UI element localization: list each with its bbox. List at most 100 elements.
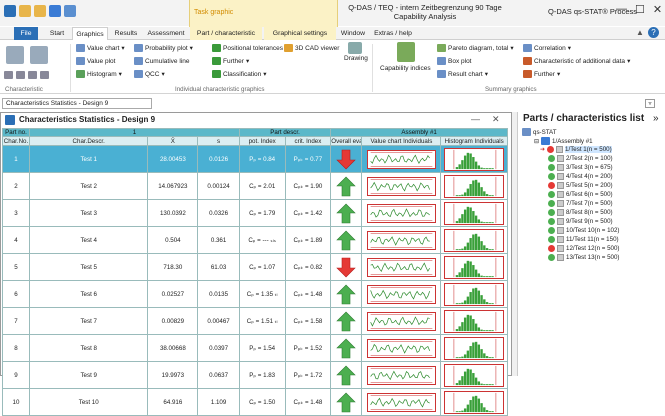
further-button-2[interactable]: Further ▾ — [523, 70, 560, 78]
document-tab[interactable]: Characteristics Statistics - Design 9 — [2, 98, 152, 109]
tab-graphics[interactable]: Graphics — [72, 27, 108, 41]
char-additional-button[interactable]: Characteristic of additional data ▾ — [523, 57, 630, 65]
tab-start[interactable]: Start — [44, 27, 70, 40]
tree-item[interactable]: 13/Test 13(n = 500) — [540, 254, 620, 261]
cell-value-chart[interactable] — [361, 253, 442, 281]
pareto-button[interactable]: Pareto diagram, total ▾ — [437, 44, 514, 52]
doc-tab-menu-icon[interactable]: ▿ — [645, 99, 655, 108]
table-row[interactable]: 1 Test 1 28.00453 0.0126 Pₚ = 0.84 Pₚₖ = 0.77 — [2, 145, 508, 173]
child-close-button[interactable]: ✕ — [492, 114, 500, 125]
cell-histogram[interactable] — [440, 280, 508, 308]
tree-item[interactable]: 11/Test 11(n = 150) — [540, 236, 619, 243]
cell-value-chart[interactable] — [361, 361, 442, 389]
cell-histogram[interactable] — [440, 361, 508, 389]
tree-item[interactable]: 8/Test 8(n = 500) — [540, 209, 613, 216]
ribbon-collapse-icon[interactable]: ▲ — [636, 28, 644, 37]
cell-histogram[interactable] — [440, 226, 508, 254]
probability-plot-button[interactable]: Probability plot ▾ — [134, 44, 193, 52]
tree-item[interactable]: 4/Test 4(n = 200) — [540, 173, 613, 180]
table-row[interactable]: 4 Test 4 0.504 0.361 Cₚ = --- ₛₗₛ Cₚₖ = 1.89 — [2, 226, 508, 254]
cell-histogram[interactable] — [440, 253, 508, 281]
close-button[interactable]: ✕ — [653, 3, 662, 16]
cell-histogram[interactable] — [440, 307, 508, 335]
cell-value-chart[interactable] — [361, 307, 442, 335]
cell-value-chart[interactable] — [361, 199, 442, 227]
status-smiley-icon — [548, 155, 555, 162]
tab-extras-help[interactable]: Extras / help — [370, 27, 416, 40]
classification-button[interactable]: Classification ▾ — [212, 70, 267, 78]
tab-assessment[interactable]: Assessment — [144, 27, 188, 40]
characteristic-icon — [557, 200, 564, 207]
tree-root[interactable]: qs-STAT — [522, 128, 557, 136]
table-row[interactable]: 6 Test 6 0.02527 0.0135 Cₚ = 1.35 ₜₗ Cₚₖ = 1.… — [2, 280, 508, 308]
help-icon[interactable]: ? — [648, 27, 659, 38]
window-icon[interactable] — [64, 5, 76, 17]
tab-graphical-settings[interactable]: Graphical settings — [264, 27, 336, 40]
tab-window[interactable]: Window — [338, 27, 368, 40]
tree-item[interactable]: 12/Test 12(n = 500) — [540, 245, 620, 252]
panel-collapse-button[interactable]: » — [653, 113, 659, 124]
tree-item[interactable]: 2/Test 2(n = 100) — [540, 155, 613, 162]
folder-icon[interactable] — [34, 5, 46, 17]
tree-item[interactable]: 6/Test 6(n = 500) — [540, 191, 613, 198]
save-icon[interactable] — [49, 5, 61, 17]
positional-tolerances-button[interactable]: Positional tolerances ▾ — [212, 44, 288, 52]
histogram-button[interactable]: Histogram ▾ — [76, 70, 122, 78]
correlation-button[interactable]: Correlation ▾ — [523, 44, 571, 52]
table-row[interactable]: 3 Test 3 130.0392 0.0326 Cₚ = 1.79 Cₚₖ = 1.42 — [2, 199, 508, 227]
result-chart-button[interactable]: Result chart ▾ — [437, 70, 488, 78]
cell-value-chart[interactable] — [361, 280, 442, 308]
table-row[interactable]: 10 Test 10 64.916 1.109 Cₚ = 1.50 Cₚₖ = 1.48 — [2, 388, 508, 416]
maximize-button[interactable]: ☐ — [635, 3, 645, 16]
next-char-icon[interactable] — [28, 71, 37, 79]
tree-item[interactable]: ➜ 1/Test 1(n = 500) — [540, 146, 612, 153]
table-row[interactable]: 8 Test 8 38.00668 0.0397 Pₚ = 1.54 Pₚₖ = 1.52 — [2, 334, 508, 362]
child-minimize-button[interactable]: — — [471, 114, 480, 125]
char-nav-icon-2[interactable] — [30, 46, 48, 64]
value-chart-button[interactable]: Value chart ▾ — [76, 44, 125, 52]
table-row[interactable]: 5 Test 5 718.30 61.03 Cₚ = 1.07 Cₚₖ = 0.82 — [2, 253, 508, 281]
status-smiley-icon — [548, 173, 555, 180]
cell-histogram[interactable] — [440, 145, 508, 173]
value-plot-button[interactable]: Value plot — [76, 57, 115, 65]
cell-value-chart[interactable] — [361, 334, 442, 362]
tab-part-characteristic[interactable]: Part / characteristic — [190, 27, 262, 40]
cell-value-chart[interactable] — [361, 145, 442, 173]
open-icon[interactable] — [19, 5, 31, 17]
drawing-icon[interactable] — [348, 42, 362, 54]
further-button-1[interactable]: Further ▾ — [212, 57, 249, 65]
first-char-icon[interactable] — [4, 71, 13, 79]
histogram-thumbnail — [444, 336, 505, 360]
cell-histogram[interactable] — [440, 388, 508, 416]
table-row[interactable]: 7 Test 7 0.00829 0.00467 Cₚ = 1.51 ₜₗ Cₚₖ = 1… — [2, 307, 508, 335]
tree-item[interactable]: 5/Test 5(n = 200) — [540, 182, 613, 189]
cell-histogram[interactable] — [440, 334, 508, 362]
minimize-button[interactable]: — — [616, 3, 627, 16]
cell-s: 0.0126 — [197, 145, 240, 173]
tree-item[interactable]: 10/Test 10(n = 102) — [540, 227, 620, 234]
cell-value-chart[interactable] — [361, 172, 442, 200]
tab-results[interactable]: Results — [110, 27, 142, 40]
cell-histogram[interactable] — [440, 172, 508, 200]
tree-item[interactable]: 7/Test 7(n = 500) — [540, 200, 613, 207]
last-char-icon[interactable] — [40, 71, 49, 79]
tree-assembly[interactable]: ⊟ 1/Assembly #1 — [534, 137, 593, 145]
cell-histogram[interactable] — [440, 199, 508, 227]
table-row[interactable]: 9 Test 9 19.9973 0.0637 Pₚ = 1.83 Pₚₖ = 1.72 — [2, 361, 508, 389]
cell-value-chart[interactable] — [361, 388, 442, 416]
cell-descr: Test 2 — [28, 172, 149, 200]
cell-xbar: 19.9973 — [147, 361, 199, 389]
table-row[interactable]: 2 Test 2 14.067923 0.00124 Cₚ = 2.01 Cₚₖ = 1.… — [2, 172, 508, 200]
app-icon[interactable] — [4, 5, 16, 17]
cad-viewer-button[interactable]: 3D CAD viewer — [284, 44, 339, 52]
capability-indices-icon[interactable] — [397, 42, 415, 62]
box-plot-button[interactable]: Box plot — [437, 57, 472, 65]
tab-file[interactable]: File — [14, 27, 38, 40]
cumulative-line-button[interactable]: Cumulative line — [134, 57, 189, 65]
cell-value-chart[interactable] — [361, 226, 442, 254]
prev-char-icon[interactable] — [16, 71, 25, 79]
tree-item[interactable]: 3/Test 3(n = 675) — [540, 164, 613, 171]
qcc-button[interactable]: QCC ▾ — [134, 70, 165, 78]
char-nav-icon-1[interactable] — [6, 46, 24, 64]
tree-item[interactable]: 9/Test 9(n = 500) — [540, 218, 613, 225]
